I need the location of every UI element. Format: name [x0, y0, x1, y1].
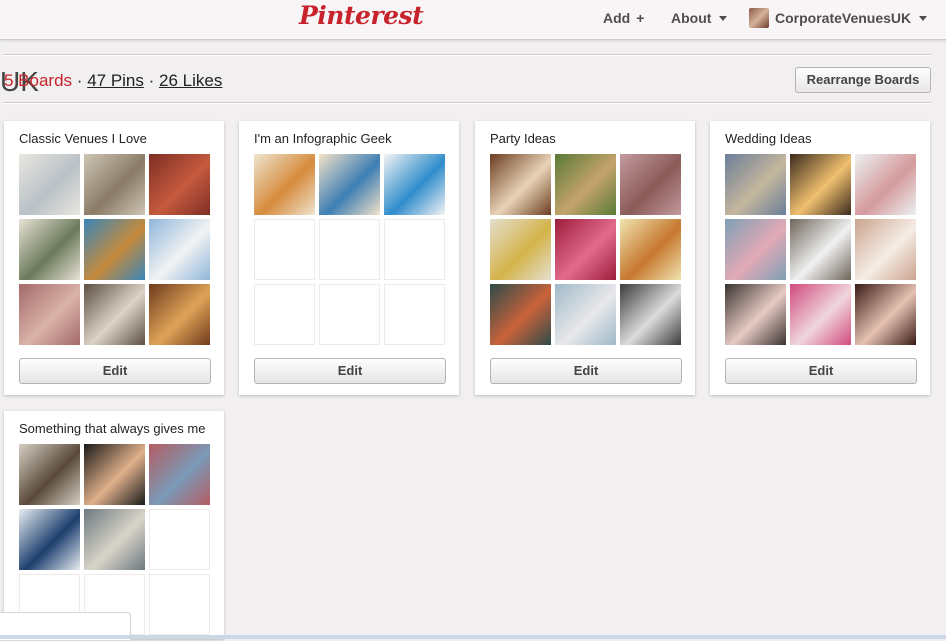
board-thumbnails[interactable]: [725, 154, 917, 345]
edit-board-button[interactable]: Edit: [19, 358, 211, 384]
rearrange-boards-button[interactable]: Rearrange Boards: [795, 67, 931, 93]
board-thumbnails[interactable]: [490, 154, 682, 345]
pin-thumbnail[interactable]: [149, 284, 210, 345]
board-title[interactable]: I'm an Infographic Geek: [254, 131, 392, 146]
separator: ·: [76, 71, 83, 90]
board-title[interactable]: Wedding Ideas: [725, 131, 812, 146]
empty-thumbnail-slot: [384, 284, 445, 345]
divider: [3, 54, 931, 56]
pin-thumbnail[interactable]: [384, 154, 445, 215]
pin-thumbnail[interactable]: [620, 284, 681, 345]
pin-thumbnail[interactable]: [19, 284, 80, 345]
pin-thumbnail[interactable]: [149, 219, 210, 280]
board-title[interactable]: Party Ideas: [490, 131, 556, 146]
pin-thumbnail[interactable]: [319, 154, 380, 215]
empty-thumbnail-slot: [319, 219, 380, 280]
pin-thumbnail[interactable]: [149, 444, 210, 505]
pin-thumbnail[interactable]: [790, 154, 851, 215]
plus-icon: +: [636, 10, 645, 26]
user-name: CorporateVenuesUK: [775, 10, 912, 26]
pin-thumbnail[interactable]: [84, 154, 145, 215]
board-card[interactable]: Party Ideas Edit: [475, 121, 695, 395]
pin-thumbnail[interactable]: [19, 154, 80, 215]
board-card[interactable]: Something that always gives me: [4, 411, 224, 639]
pinterest-logo[interactable]: Pinterest: [299, 1, 424, 30]
boards-count[interactable]: 5 Boards: [4, 71, 72, 90]
pin-thumbnail[interactable]: [19, 219, 80, 280]
edit-board-button[interactable]: Edit: [725, 358, 917, 384]
empty-thumbnail-slot: [254, 219, 315, 280]
window-bottom-edge: [0, 635, 946, 639]
pin-thumbnail[interactable]: [855, 219, 916, 280]
about-menu-label: About: [671, 10, 712, 26]
pin-thumbnail[interactable]: [725, 219, 786, 280]
board-card[interactable]: Wedding Ideas Edit: [710, 121, 930, 395]
board-title[interactable]: Classic Venues I Love: [19, 131, 147, 146]
pin-thumbnail[interactable]: [855, 284, 916, 345]
edit-board-button[interactable]: Edit: [254, 358, 446, 384]
pin-thumbnail[interactable]: [725, 154, 786, 215]
divider: [3, 102, 931, 104]
pin-thumbnail[interactable]: [490, 154, 551, 215]
pin-thumbnail[interactable]: [790, 284, 851, 345]
edit-board-button[interactable]: Edit: [490, 358, 682, 384]
profile-stats: 5 Boards · 47 Pins · 26 Likes: [4, 71, 222, 91]
avatar: [749, 8, 769, 28]
chevron-down-icon: [919, 15, 928, 21]
pin-thumbnail[interactable]: [620, 154, 681, 215]
about-menu[interactable]: About: [671, 10, 728, 26]
chevron-down-icon: [719, 15, 728, 21]
pin-thumbnail[interactable]: [855, 154, 916, 215]
pin-thumbnail[interactable]: [555, 284, 616, 345]
pin-thumbnail[interactable]: [84, 444, 145, 505]
board-thumbnails[interactable]: [19, 444, 211, 635]
pin-thumbnail[interactable]: [84, 219, 145, 280]
pin-thumbnail[interactable]: [490, 219, 551, 280]
pin-thumbnail[interactable]: [254, 154, 315, 215]
pin-thumbnail[interactable]: [149, 154, 210, 215]
pin-thumbnail[interactable]: [490, 284, 551, 345]
top-navigation-bar: Pinterest Add + About CorporateVenuesUK: [0, 0, 946, 40]
board-thumbnails[interactable]: [254, 154, 446, 345]
board-title[interactable]: Something that always gives me: [19, 421, 205, 436]
pin-thumbnail[interactable]: [19, 509, 80, 570]
pin-thumbnail[interactable]: [790, 219, 851, 280]
empty-thumbnail-slot: [149, 509, 210, 570]
pin-thumbnail[interactable]: [84, 284, 145, 345]
empty-thumbnail-slot: [254, 284, 315, 345]
pin-thumbnail[interactable]: [84, 509, 145, 570]
board-card[interactable]: I'm an Infographic Geek Edit: [239, 121, 459, 395]
pin-thumbnail[interactable]: [620, 219, 681, 280]
pin-thumbnail[interactable]: [19, 444, 80, 505]
board-card[interactable]: Classic Venues I Love Edit: [4, 121, 224, 395]
separator: ·: [148, 71, 155, 90]
empty-thumbnail-slot: [149, 574, 210, 635]
user-menu[interactable]: CorporateVenuesUK: [749, 8, 928, 28]
empty-thumbnail-slot: [319, 284, 380, 345]
board-thumbnails[interactable]: [19, 154, 211, 345]
pins-count-link[interactable]: 47 Pins: [87, 71, 144, 90]
pin-thumbnail[interactable]: [555, 154, 616, 215]
likes-count-link[interactable]: 26 Likes: [159, 71, 222, 90]
pin-thumbnail[interactable]: [555, 219, 616, 280]
add-menu-label: Add: [603, 10, 631, 26]
pin-thumbnail[interactable]: [725, 284, 786, 345]
add-menu[interactable]: Add +: [603, 10, 644, 26]
empty-thumbnail-slot: [384, 219, 445, 280]
